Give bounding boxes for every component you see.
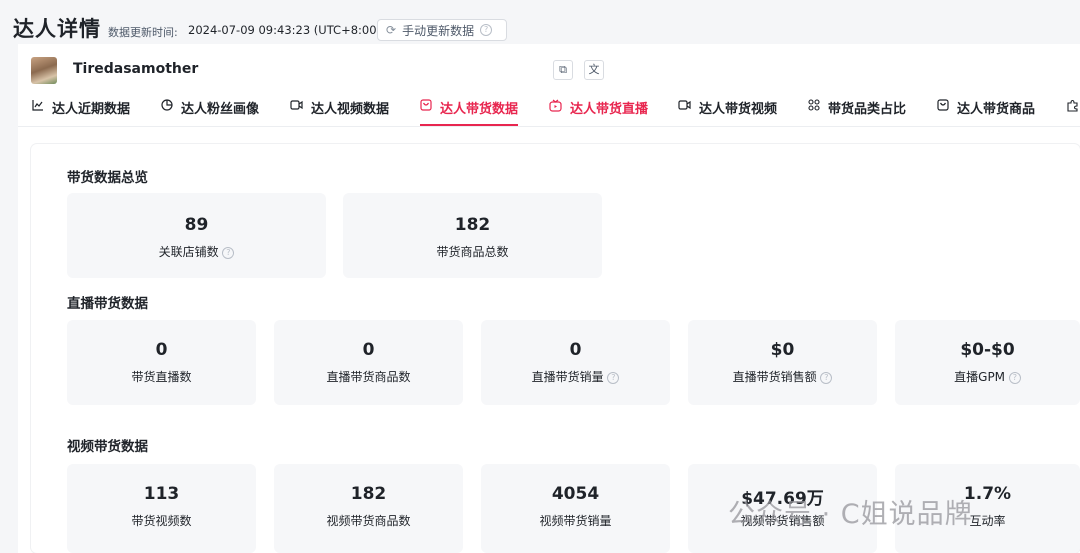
stat-value: 0 [569, 340, 582, 360]
stat-label: 视频带货商品数 [326, 514, 411, 528]
tab-label: 达人带货数据 [440, 102, 519, 117]
tab-more[interactable] [1066, 98, 1079, 126]
tab-category-share[interactable]: 带货品类占比 [808, 98, 906, 126]
tab-label: 达人近期数据 [52, 102, 131, 117]
stat-value: $0 [770, 340, 795, 360]
stat-card: 0 直播带货商品数 [274, 320, 463, 405]
stat-label: 直播带货销量 ? [481, 368, 670, 385]
stat-label: 视频带货销量 [539, 514, 612, 528]
stat-label: 互动率 [969, 514, 1006, 528]
stat-value: $47.69万 [741, 489, 824, 509]
tab-video-data[interactable]: 达人视频数据 [290, 98, 389, 126]
stat-card: 0 带货直播数 [67, 320, 256, 405]
stat-card: 182 视频带货商品数 [274, 464, 463, 553]
help-icon[interactable]: ? [222, 246, 235, 259]
video-icon [678, 99, 691, 114]
stat-card: 1.7% 互动率 [895, 464, 1080, 553]
avatar [31, 57, 57, 84]
stat-label: 直播带货商品数 [326, 370, 411, 384]
stat-card: $0-$0 直播GPM ? [895, 320, 1080, 405]
video-icon [290, 99, 303, 114]
sales-data-content: 带货数据总览 89 关联店铺数 ? 182 带货商品总数 直播带货数据 0 带货… [31, 144, 1080, 553]
tab-sales-live[interactable]: 达人带货直播 [549, 98, 648, 126]
stat-value: 89 [184, 215, 209, 235]
section-title-video: 视频带货数据 [67, 439, 148, 455]
tab-label: 达人带货商品 [957, 102, 1036, 117]
stat-label: 关联店铺数 ? [67, 243, 326, 260]
line-chart-icon [32, 99, 44, 114]
update-time-value: 2024-07-09 09:43:23 (UTC+8:00) [188, 23, 382, 37]
update-time-label: 数据更新时间: [108, 26, 178, 39]
tab-label: 达人视频数据 [311, 102, 390, 117]
help-icon[interactable]: ? [607, 371, 620, 384]
tab-sales-video[interactable]: 达人带货视频 [678, 98, 777, 126]
stat-label: 带货商品总数 [436, 245, 509, 259]
shopping-bag-icon [420, 99, 432, 114]
stat-label: 带货直播数 [131, 370, 192, 384]
grid-icon [808, 99, 820, 114]
tab-sales-data[interactable]: 达人带货数据 [420, 98, 519, 126]
tab-bar: 达人近期数据 达人粉丝画像 达人视频数据 达人带货数据 达人带货直播 达人带货视… [18, 92, 1080, 127]
manual-refresh-label: 手动更新数据 [402, 23, 475, 38]
stat-label: 带货视频数 [131, 514, 192, 528]
stat-card: 4054 视频带货销量 [481, 464, 670, 553]
stat-label: 直播带货销售额 ? [688, 368, 877, 385]
stat-card: 182 带货商品总数 [343, 193, 602, 278]
tab-fan-profile[interactable]: 达人粉丝画像 [161, 98, 259, 126]
creator-name: Tiredasamother [73, 61, 199, 77]
help-icon[interactable]: ? [1008, 371, 1021, 384]
creator-panel: Tiredasamother ⧉ 文 达人近期数据 达人粉丝画像 达人视频数据 [18, 44, 1080, 553]
pie-chart-icon [161, 99, 173, 114]
tab-label: 带货品类占比 [828, 102, 907, 117]
stat-value: 113 [143, 484, 180, 504]
shopping-bag-icon [937, 99, 949, 114]
help-icon[interactable]: ? [480, 24, 493, 36]
stat-label: 视频带货销售额 [740, 514, 825, 528]
stat-card: $0 直播带货销售额 ? [688, 320, 877, 405]
manual-refresh-button[interactable]: ⟳ 手动更新数据 ? [377, 19, 507, 41]
stat-value: 1.7% [963, 484, 1012, 504]
stat-card: 113 带货视频数 [67, 464, 256, 553]
stat-value: 182 [350, 484, 387, 504]
tab-sales-products[interactable]: 达人带货商品 [937, 98, 1035, 126]
page-header: 达人详情 数据更新时间: 2024-07-09 09:43:23 (UTC+8:… [0, 0, 1080, 44]
stat-value: 4054 [551, 484, 600, 504]
tab-label: 达人粉丝画像 [181, 102, 260, 117]
tab-label: 达人带货视频 [699, 102, 778, 117]
help-icon[interactable]: ? [820, 371, 833, 384]
stat-card: 0 直播带货销量 ? [481, 320, 670, 405]
stat-card: $47.69万 视频带货销售额 [688, 464, 877, 553]
stat-value: 0 [155, 340, 168, 360]
stat-label: 直播GPM ? [895, 368, 1080, 385]
page-title: 达人详情 [13, 17, 101, 41]
live-icon [549, 99, 562, 115]
stat-value: 0 [362, 340, 375, 360]
section-title-live: 直播带货数据 [67, 296, 148, 312]
tab-label: 达人带货直播 [570, 102, 649, 117]
translate-icon[interactable]: 文 [584, 60, 604, 80]
refresh-icon: ⟳ [386, 23, 397, 37]
stat-value: 182 [454, 215, 491, 235]
section-title-overview: 带货数据总览 [67, 170, 148, 186]
stat-card: 89 关联店铺数 ? [67, 193, 326, 278]
puzzle-icon [1066, 99, 1079, 115]
tab-recent-data[interactable]: 达人近期数据 [32, 98, 130, 126]
stat-value: $0-$0 [960, 340, 1015, 360]
copy-icon[interactable]: ⧉ [553, 60, 573, 80]
